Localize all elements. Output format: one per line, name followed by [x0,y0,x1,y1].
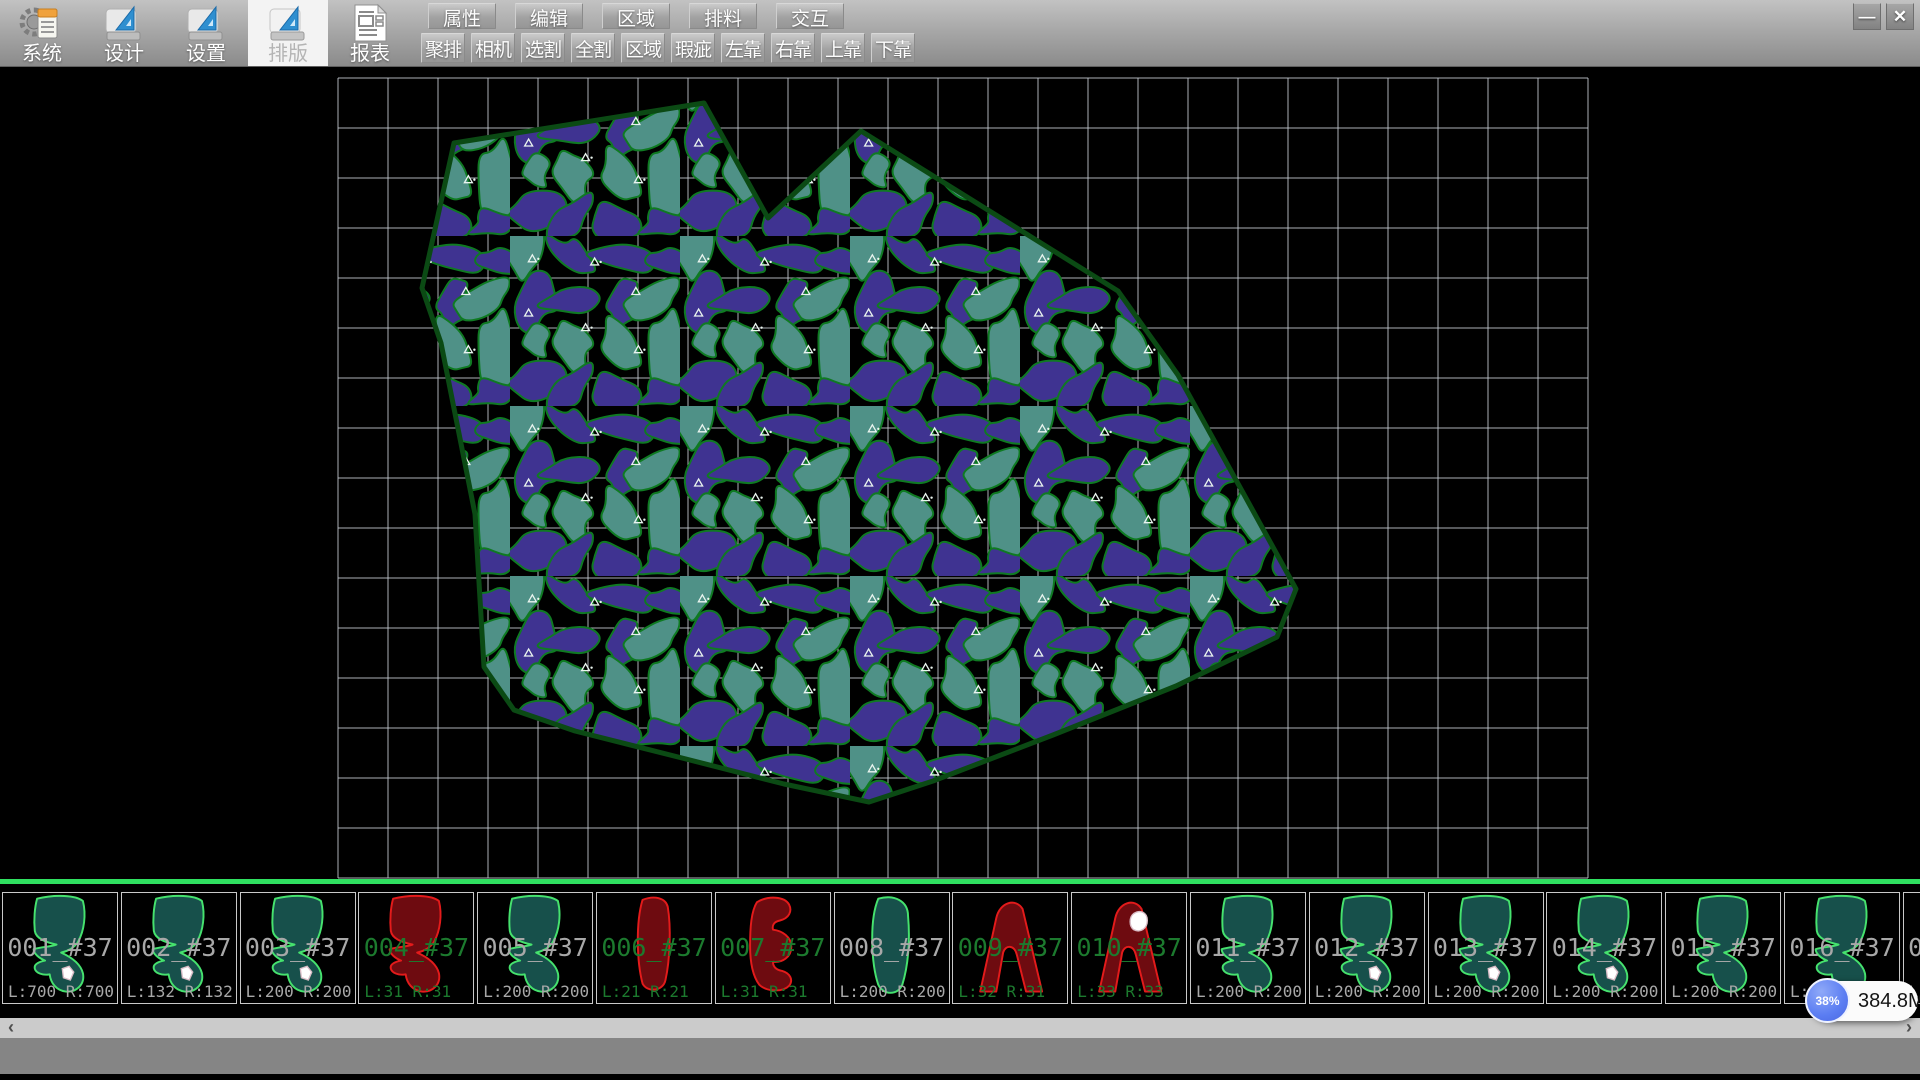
menu-nesting[interactable]: 排料 [689,3,757,29]
scroll-right-arrow[interactable]: › [1898,1018,1920,1038]
tool-camera[interactable]: 相机 [471,33,515,63]
thumbnail-piece[interactable]: 003_#37L:200 R:200 [240,892,356,1004]
strip-separator [0,879,1920,884]
thumbnail-piece[interactable]: 015_#37L:200 R:200 [1665,892,1781,1004]
thumbnail-piece[interactable]: 005_#37L:200 R:200 [477,892,593,1004]
memory-percent-ball[interactable]: 38% [1805,978,1850,1023]
menu-edit[interactable]: 编辑 [515,3,583,29]
mode-toolbar: 系统 设计 设置 [2,0,410,66]
piece-shape-icon [122,893,236,1003]
tool-region[interactable]: 区域 [621,33,665,63]
horizontal-scrollbar[interactable]: ‹ › [0,1018,1920,1038]
piece-shape-icon [1547,893,1661,1003]
piece-shape-icon [359,893,473,1003]
tool-snap-right[interactable]: 右靠 [771,33,815,63]
memory-badge[interactable]: 38% 384.8M [1810,981,1918,1021]
scroll-left-arrow[interactable]: ‹ [0,1018,22,1038]
menu-region[interactable]: 区域 [602,3,670,29]
thumbnail-piece[interactable]: 002_#37L:132 R:132 [121,892,237,1004]
memory-amount: 384.8M [1858,990,1920,1013]
thumbnail-piece[interactable]: 007_#37L:31 R:31 [715,892,831,1004]
piece-shape-icon [241,893,355,1003]
piece-shape-icon [597,893,711,1003]
menu-interaction[interactable]: 交互 [776,3,844,29]
tool-cluster-nest[interactable]: 聚排 [421,33,465,63]
mode-settings-button[interactable]: 设置 [166,0,246,66]
leather-hide[interactable] [422,103,1296,802]
mode-label: 排版 [268,43,308,65]
mode-label: 系统 [22,43,62,65]
thumbnail-piece[interactable]: 001_#37L:700 R:700 [2,892,118,1004]
mode-nesting-button[interactable]: 排版 [248,0,328,66]
tool-select-cut[interactable]: 选割 [521,33,565,63]
menu-properties[interactable]: 属性 [428,3,496,29]
set-square-icon [101,3,147,43]
report-document-icon [347,3,393,43]
thumbnail-piece[interactable]: 014_#37L:200 R:200 [1546,892,1662,1004]
piece-shape-icon [478,893,592,1003]
mode-label: 报表 [350,43,390,65]
tool-cut-all[interactable]: 全割 [571,33,615,63]
tool-snap-top[interactable]: 上靠 [821,33,865,63]
titlebar: 系统 设计 设置 [0,0,1920,67]
mode-system-button[interactable]: 系统 [2,0,82,66]
piece-shape-icon [1666,893,1780,1003]
tool-defect[interactable]: 瑕疵 [671,33,715,63]
window-controls: — ✕ [1853,3,1914,30]
set-square-icon [265,3,311,43]
nesting-canvas[interactable] [0,66,1920,879]
thumbnail-piece[interactable]: 004_#37L:31 R:31 [358,892,474,1004]
tool-bar: 聚排 相机 选割 全割 区域 瑕疵 左靠 右靠 上靠 下靠 [421,33,915,63]
thumbnail-piece[interactable]: 009_#37L:32 R:31 [952,892,1068,1004]
tool-snap-bottom[interactable]: 下靠 [871,33,915,63]
piece-shape-icon [1310,893,1424,1003]
piece-shape-icon [1429,893,1543,1003]
piece-shape-icon [3,893,117,1003]
minimize-button[interactable]: — [1853,3,1881,30]
thumbnail-piece[interactable]: 006_#37L:21 R:21 [596,892,712,1004]
menu-bar: 属性 编辑 区域 排料 交互 [428,3,844,29]
thumbnail-piece[interactable]: 008_#37L:200 R:200 [834,892,950,1004]
mode-label: 设置 [186,43,226,65]
mode-design-button[interactable]: 设计 [84,0,164,66]
piece-shape-icon [1072,893,1186,1003]
piece-shape-icon [716,893,830,1003]
thumbnail-piece[interactable]: 012_#37L:200 R:200 [1309,892,1425,1004]
piece-thumbnail-strip: 001_#37L:700 R:700002_#37L:132 R:132003_… [0,884,1920,1018]
thumbnail-piece[interactable]: 010_#37L:33 R:33 [1071,892,1187,1004]
set-square-icon [183,3,229,43]
close-button[interactable]: ✕ [1886,3,1914,30]
piece-shape-icon [835,893,949,1003]
memory-percent: 38% [1815,994,1839,1008]
mode-report-button[interactable]: 报表 [330,0,410,66]
piece-shape-icon [1191,893,1305,1003]
status-bar [0,1038,1920,1074]
thumbnail-piece[interactable]: 013_#37L:200 R:200 [1428,892,1544,1004]
thumbnail-piece[interactable]: 011_#37L:200 R:200 [1190,892,1306,1004]
piece-shape-icon [953,893,1067,1003]
gear-notebook-icon [19,3,65,43]
tool-snap-left[interactable]: 左靠 [721,33,765,63]
mode-label: 设计 [104,43,144,65]
